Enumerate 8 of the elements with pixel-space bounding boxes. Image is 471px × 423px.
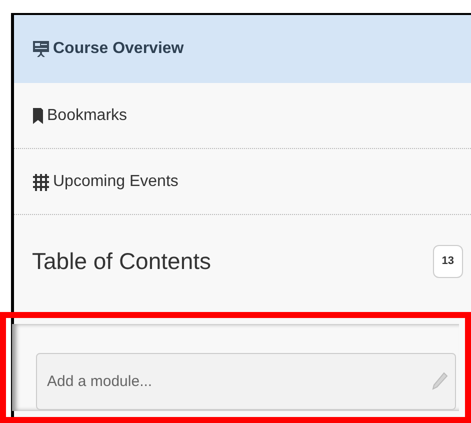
nav-item[interactable]: Course Overview	[14, 15, 471, 83]
add-module-field[interactable]: Add a module...	[36, 353, 456, 410]
presentation-board-icon	[32, 40, 50, 58]
count-badge: 13	[432, 245, 463, 278]
section-title: Table of Contents	[32, 247, 212, 276]
pencil-icon	[432, 372, 448, 390]
bookmark-icon	[32, 106, 44, 124]
calendar-grid-icon	[32, 172, 50, 190]
